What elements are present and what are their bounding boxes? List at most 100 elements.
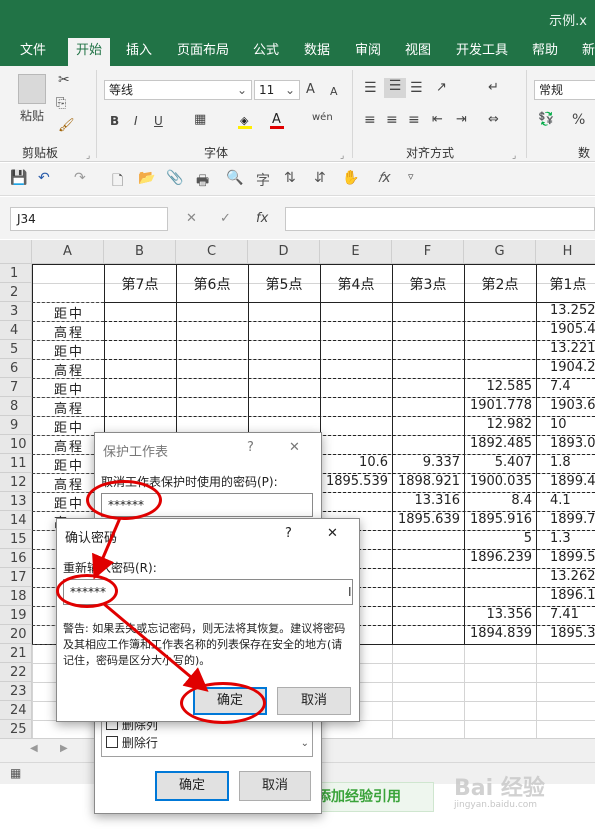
open-folder-icon[interactable]: 📂 bbox=[138, 170, 155, 186]
row-header[interactable]: 5 bbox=[0, 340, 32, 359]
macro-record-icon[interactable]: ▦ bbox=[10, 766, 21, 780]
row-header[interactable]: 18 bbox=[0, 587, 32, 606]
cell-value[interactable]: 1893.015 bbox=[550, 436, 595, 451]
cell-value[interactable]: 1905.41 bbox=[550, 322, 595, 337]
format-painter-icon[interactable]: 🖌 bbox=[58, 118, 75, 134]
row-header[interactable]: 17 bbox=[0, 568, 32, 587]
save-icon[interactable]: 💾 bbox=[10, 170, 27, 186]
sort-desc-icon[interactable]: ⇵ bbox=[314, 170, 326, 186]
help-icon[interactable]: ? bbox=[247, 440, 254, 455]
cell-value[interactable]: 1895.639 bbox=[392, 512, 460, 527]
row-header[interactable]: 12 bbox=[0, 473, 32, 492]
font-name-dropdown[interactable]: 等线 ⌄ bbox=[104, 80, 252, 100]
cell-value[interactable]: 1.8 bbox=[550, 455, 571, 470]
column-header[interactable]: B bbox=[104, 240, 176, 264]
cell-value[interactable]: 1899.565 bbox=[550, 550, 595, 565]
tab-insert[interactable]: 插入 bbox=[126, 36, 152, 66]
align-center-icon[interactable]: ≡ bbox=[386, 112, 398, 128]
tab-formulas[interactable]: 公式 bbox=[253, 36, 279, 66]
tab-new[interactable]: 新 bbox=[582, 36, 595, 66]
checkbox[interactable] bbox=[106, 736, 118, 748]
alignment-launcher-icon[interactable]: ⌟ bbox=[512, 148, 516, 164]
cell-value[interactable]: 8.4 bbox=[464, 493, 532, 508]
sort-icon[interactable]: ⇅ bbox=[284, 170, 296, 186]
row-header[interactable]: 23 bbox=[0, 682, 32, 701]
close-icon[interactable]: ✕ bbox=[289, 440, 300, 455]
row-header[interactable]: 7 bbox=[0, 378, 32, 397]
fill-color-icon[interactable]: ◈ bbox=[238, 114, 252, 129]
align-bottom-icon[interactable]: ☰ bbox=[410, 80, 423, 96]
tab-data[interactable]: 数据 bbox=[304, 36, 330, 66]
row-header[interactable]: 21 bbox=[0, 644, 32, 663]
function-icon[interactable]: 𝑓x bbox=[378, 170, 391, 186]
touch-mode-icon[interactable]: ✋ bbox=[342, 170, 359, 186]
clipboard-launcher-icon[interactable]: ⌟ bbox=[86, 148, 90, 164]
column-header[interactable]: F bbox=[392, 240, 464, 264]
row-header[interactable]: 25 bbox=[0, 720, 32, 739]
align-middle-icon[interactable]: ☰ bbox=[384, 78, 406, 98]
row-header[interactable]: 15 bbox=[0, 530, 32, 549]
insert-function-button[interactable]: fx bbox=[256, 211, 268, 226]
cell-value[interactable]: 1898.921 bbox=[392, 474, 460, 489]
cell-value[interactable]: 13.316 bbox=[392, 493, 461, 508]
scroll-down-icon[interactable]: ⌄ bbox=[301, 738, 309, 749]
row-header[interactable]: 4 bbox=[0, 321, 32, 340]
row-header[interactable]: 1 bbox=[0, 264, 32, 283]
tab-view[interactable]: 视图 bbox=[405, 36, 431, 66]
wrap-text-icon[interactable]: ↵ bbox=[488, 80, 499, 96]
font-size-dropdown[interactable]: 11 ⌄ bbox=[254, 80, 300, 100]
column-header[interactable]: D bbox=[248, 240, 320, 264]
column-header[interactable]: E bbox=[320, 240, 392, 264]
copy-icon[interactable]: ⎘ bbox=[56, 96, 66, 112]
row-header[interactable]: 3 bbox=[0, 302, 32, 321]
print-icon[interactable]: 🖶 bbox=[196, 170, 209, 194]
column-header[interactable]: H bbox=[536, 240, 595, 264]
cell-value[interactable]: 1896.15 bbox=[550, 588, 595, 603]
tab-file[interactable]: 文件 bbox=[20, 36, 46, 66]
sheet-scroll-left-icon[interactable]: ◀ bbox=[30, 743, 38, 754]
enter-icon[interactable]: ✓ bbox=[220, 211, 231, 226]
customize-qat-icon[interactable]: ▿ bbox=[408, 170, 414, 183]
tab-page-layout[interactable]: 页面布局 bbox=[177, 36, 229, 66]
cell-value[interactable]: 1901.778 bbox=[464, 398, 532, 413]
paste-button[interactable]: 粘贴 bbox=[20, 108, 44, 124]
row-header[interactable]: 16 bbox=[0, 549, 32, 568]
column-header[interactable]: A bbox=[32, 240, 104, 264]
orientation-icon[interactable]: ↗ bbox=[436, 80, 447, 96]
cell-value[interactable]: 1904.202 bbox=[550, 360, 595, 375]
sheet-scroll-right-icon[interactable]: ▶ bbox=[60, 743, 68, 754]
close-icon[interactable]: ✕ bbox=[327, 526, 338, 541]
column-header[interactable]: C bbox=[176, 240, 248, 264]
tab-developer[interactable]: 开发工具 bbox=[456, 36, 508, 66]
row-header[interactable]: 9 bbox=[0, 416, 32, 435]
undo-icon[interactable]: ↶ bbox=[38, 170, 50, 186]
row-header[interactable]: 24 bbox=[0, 701, 32, 720]
cell-value[interactable]: 9.337 bbox=[392, 455, 460, 470]
paste-icon[interactable] bbox=[18, 74, 46, 104]
cell-value[interactable]: 1899.73 bbox=[550, 512, 595, 527]
confirm-cancel-button[interactable]: 取消 bbox=[277, 687, 351, 715]
redo-icon[interactable]: ↷ bbox=[74, 170, 86, 186]
protect-cancel-button[interactable]: 取消 bbox=[239, 771, 311, 801]
row-header[interactable]: 22 bbox=[0, 663, 32, 682]
align-left-icon[interactable]: ≡ bbox=[364, 112, 376, 128]
tab-home[interactable]: 开始 bbox=[68, 38, 111, 68]
permission-item[interactable]: 删除行 bbox=[106, 734, 158, 751]
cell-value[interactable]: 10.6 bbox=[320, 455, 388, 470]
help-icon[interactable]: ? bbox=[285, 526, 292, 541]
cell-value[interactable]: 13.356 bbox=[464, 607, 533, 622]
align-right-icon[interactable]: ≡ bbox=[408, 112, 420, 128]
cell-value[interactable]: 1895.916 bbox=[464, 512, 532, 527]
cut-icon[interactable]: ✂ bbox=[58, 72, 70, 88]
cell-value[interactable]: 13.252 bbox=[550, 303, 595, 318]
print-preview-icon[interactable]: 🔍 bbox=[226, 170, 243, 186]
shrink-font-button[interactable]: A bbox=[330, 84, 338, 100]
attach-icon[interactable]: 📎 bbox=[166, 170, 183, 186]
bold-button[interactable]: B bbox=[110, 113, 119, 129]
cell-value[interactable]: 1896.239 bbox=[464, 550, 532, 565]
protect-ok-button[interactable]: 确定 bbox=[155, 771, 229, 801]
column-header[interactable]: G bbox=[464, 240, 536, 264]
row-header[interactable]: 2 bbox=[0, 283, 32, 302]
cell-value[interactable]: 5 bbox=[464, 531, 532, 546]
row-header[interactable]: 14 bbox=[0, 511, 32, 530]
